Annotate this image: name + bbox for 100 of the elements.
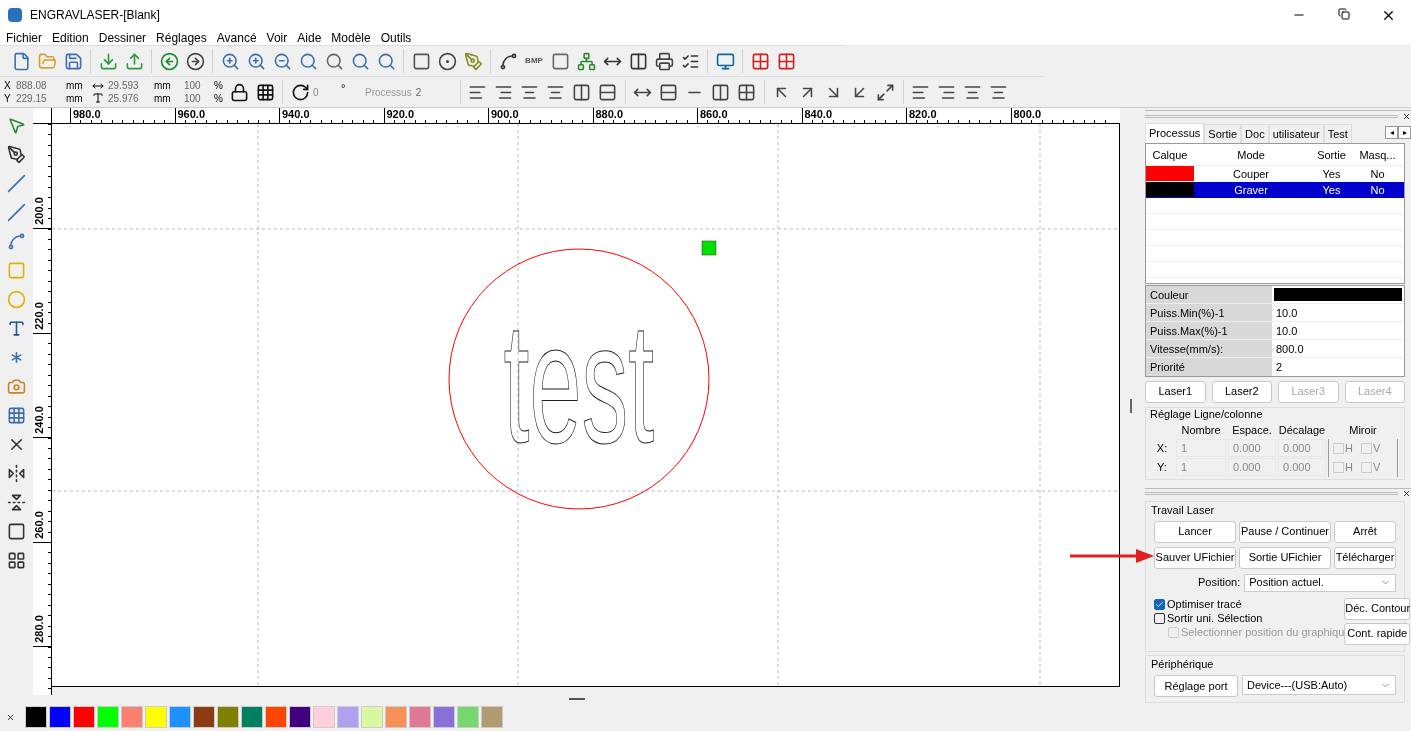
palette-swatch[interactable] (385, 706, 407, 728)
y-label: Y (4, 92, 12, 105)
palette-swatch[interactable] (457, 706, 479, 728)
close-icon (1402, 111, 1411, 121)
action-button[interactable]: Télécharger (1334, 546, 1396, 569)
width-field[interactable]: 29.593 (108, 79, 154, 92)
tab-scroll-button[interactable]: ◂ (1385, 126, 1398, 140)
window-title: ENGRAVLASER-[Blank] (30, 7, 160, 24)
app-logo-icon (8, 8, 22, 22)
palette-swatch[interactable] (289, 706, 311, 728)
ruler-label: 260.0 (33, 509, 45, 541)
canvas-text[interactable]: test (503, 288, 655, 478)
laser-tab[interactable]: Laser1 (1145, 380, 1206, 403)
palette-swatch[interactable] (169, 706, 191, 728)
palette-swatch[interactable] (25, 706, 47, 728)
column-header: Miroir (1348, 423, 1378, 439)
port-button[interactable]: Réglage port (1154, 675, 1238, 697)
menu-item[interactable]: Voir (266, 30, 288, 45)
ruler-label: 860.0 (700, 108, 728, 120)
check-icon (1155, 599, 1164, 609)
unit-label: mm (154, 92, 172, 105)
contour-button[interactable]: Cont. rapide (1344, 622, 1411, 645)
palette-swatch[interactable] (97, 706, 119, 728)
palette-swatch[interactable] (409, 706, 431, 728)
palette-swatch[interactable] (73, 706, 95, 728)
processus-field[interactable]: 2 (415, 84, 456, 100)
palette-swatch[interactable] (241, 706, 263, 728)
table-cell-text: No (1369, 183, 1386, 199)
column-header: Calque (1151, 147, 1189, 163)
menu-item[interactable]: Avancé (216, 30, 257, 45)
laser-tab[interactable]: Laser2 (1211, 380, 1272, 403)
action-button[interactable]: Sauver UFichier (1154, 546, 1236, 569)
palette-swatch[interactable] (313, 706, 335, 728)
ruler-label: 820.0 (909, 108, 937, 120)
column-header: Mode (1236, 147, 1266, 163)
option-checkbox[interactable]: Optimiser tracé (1154, 597, 1345, 611)
unit-label: mm (66, 92, 84, 105)
palette-swatch[interactable] (265, 706, 287, 728)
panel-tab[interactable]: utilisateur (1268, 124, 1324, 144)
palette-swatch[interactable] (337, 706, 359, 728)
action-button[interactable]: Sortie UFichier (1239, 546, 1331, 569)
menu-item[interactable]: Dessiner (98, 30, 147, 45)
ruler-label: 280.0 (33, 614, 45, 645)
action-button[interactable]: Arrêt (1334, 520, 1396, 543)
column-header: Masq... (1358, 147, 1397, 163)
option-checkbox[interactable]: Sortir uni. Sélection (1154, 611, 1345, 625)
x-field[interactable]: 888.08 (16, 79, 64, 92)
group-title: Réglage Ligne/colonne (1150, 407, 1264, 422)
menu-item[interactable]: Modèle (331, 30, 371, 45)
column-header: Sortie (1316, 147, 1347, 163)
percent-label: % (214, 92, 224, 105)
y-field[interactable]: 229.15 (16, 92, 64, 105)
palette-swatch[interactable] (49, 706, 71, 728)
panel-tab[interactable]: Doc (1241, 124, 1269, 144)
action-button[interactable]: Lancer (1154, 520, 1236, 543)
panel-tab[interactable]: Test (1323, 124, 1352, 144)
table-cell-text: Yes (1321, 183, 1342, 199)
table-cell-text: Graver (1233, 183, 1269, 199)
action-button[interactable]: Pause / Continuer (1239, 520, 1331, 543)
circle-shape[interactable] (448, 248, 710, 510)
table-cell-text: No (1369, 167, 1386, 183)
layer-row[interactable]: Graver Yes No (1146, 182, 1404, 199)
palette-swatch[interactable] (145, 706, 167, 728)
palette-swatch[interactable] (481, 706, 503, 728)
palette-swatch[interactable] (361, 706, 383, 728)
processus-label: Processus (365, 85, 412, 100)
position-label: Position: (1198, 575, 1241, 591)
x-label: X (4, 79, 12, 92)
layer-row[interactable]: Couper Yes No (1146, 166, 1404, 183)
column-header: Espace. (1231, 423, 1273, 439)
selection-handle[interactable] (701, 240, 717, 256)
position-select[interactable]: Position actuel. (1244, 573, 1396, 592)
drawing-canvas[interactable]: test (52, 124, 1120, 687)
palette-swatch[interactable] (193, 706, 215, 728)
ruler-label: 880.0 (595, 108, 624, 120)
ruler-label: 240.0 (33, 405, 45, 436)
menu-item[interactable]: Edition (52, 30, 89, 45)
menu-item[interactable]: Réglages (156, 30, 207, 45)
ruler-label: 800.0 (1013, 108, 1042, 120)
degree-label: ° (341, 80, 347, 96)
scale-field[interactable]: 100 (184, 92, 214, 105)
unit-label: mm (66, 79, 84, 92)
color-swatch[interactable] (1274, 287, 1402, 301)
height-field[interactable]: 25.976 (108, 92, 154, 105)
device-select[interactable]: Device---(USB:Auto) (1242, 675, 1396, 695)
menu-item[interactable]: Aide (297, 30, 322, 45)
panel-tab[interactable]: Sortie (1204, 124, 1242, 144)
menu-item[interactable]: Fichier (6, 30, 42, 45)
contour-button[interactable]: Déc. Contour (1344, 597, 1411, 620)
tab-scroll-button[interactable]: ▸ (1398, 126, 1411, 140)
menu-item[interactable]: Outils (380, 30, 412, 45)
scale-field[interactable]: 100 (184, 79, 214, 92)
palette-swatch[interactable] (433, 706, 455, 728)
height-icon (92, 92, 104, 104)
group-title: Périphérique (1151, 656, 1215, 672)
panel-tab[interactable]: Processus (1145, 123, 1205, 144)
palette-swatch[interactable] (121, 706, 143, 728)
palette-swatch[interactable] (217, 706, 239, 728)
property-label: Couleur (1146, 285, 1272, 303)
bmp-icon[interactable]: BMP (521, 55, 547, 67)
